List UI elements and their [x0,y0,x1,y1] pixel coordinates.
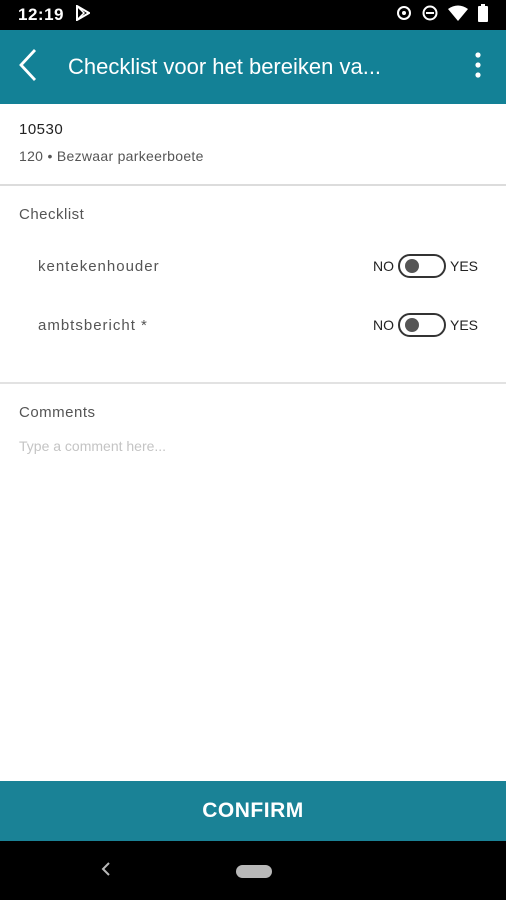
checklist-item: kentekenhouder NO YES [38,251,478,281]
case-subtitle: 120 • Bezwaar parkeerboete [19,148,204,164]
app-bar: Checklist voor het bereiken va... [0,30,506,104]
confirm-button[interactable]: CONFIRM [0,781,506,841]
case-info: 10530 120 • Bezwaar parkeerboete [0,104,506,186]
toggle-switch[interactable] [397,313,446,337]
sync-icon [396,5,412,26]
nav-back-icon[interactable] [100,859,112,884]
system-nav-bar [0,841,506,900]
status-left: 12:19 [18,3,91,26]
play-store-icon [75,3,91,26]
comments-title: Comments [19,404,96,421]
toggle-yes-label: YES [449,258,478,274]
back-button[interactable] [0,30,56,104]
yes-no-toggle[interactable]: NO YES [373,313,478,337]
nav-home-pill[interactable] [236,865,272,878]
case-id: 10530 [19,121,64,138]
toggle-knob [404,318,419,332]
page-title: Checklist voor het bereiken va... [68,54,382,79]
checklist-item-label: kentekenhouder [38,257,160,275]
status-bar: 12:19 [0,0,506,30]
checklist-item: ambtsbericht * NO YES [38,310,478,340]
status-time: 12:19 [18,5,64,24]
checklist-section: Checklist kentekenhouder NO YES ambtsber… [0,186,506,384]
more-vert-icon [475,51,481,83]
comment-input[interactable] [19,432,487,460]
do-not-disturb-icon [422,5,438,26]
checklist-item-label: ambtsbericht * [38,316,148,334]
toggle-switch[interactable] [397,254,446,278]
yes-no-toggle[interactable]: NO YES [373,254,478,278]
battery-icon [478,3,488,27]
more-options-button[interactable] [450,30,506,104]
checklist-title: Checklist [19,206,85,223]
wifi-icon [448,5,468,26]
toggle-no-label: NO [372,258,394,274]
toggle-no-label: NO [372,317,394,333]
toggle-knob [404,259,419,273]
status-right [396,3,488,27]
toggle-yes-label: YES [449,317,478,333]
back-arrow-icon [18,48,38,87]
